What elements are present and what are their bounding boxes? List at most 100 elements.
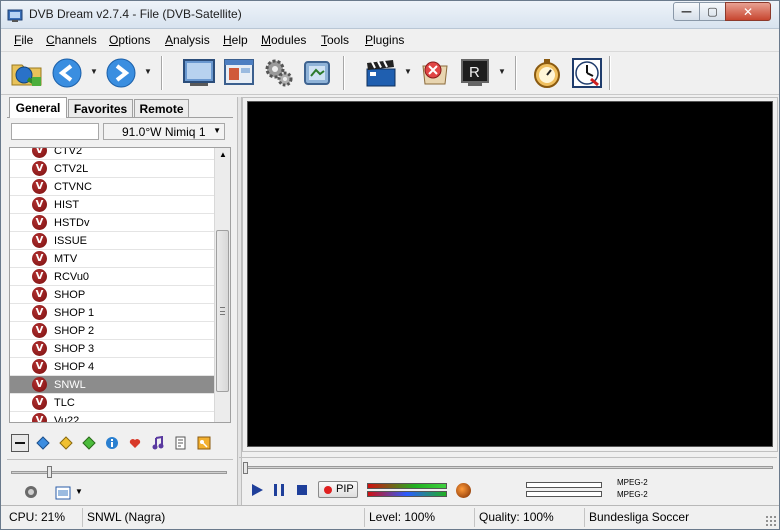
filter-blue-button[interactable] (34, 434, 52, 452)
channel-row[interactable]: V ISSUE (10, 232, 214, 250)
close-button[interactable]: ✕ (725, 2, 771, 21)
video-channel-icon: V (32, 148, 47, 158)
clapper-dropdown-icon[interactable]: ▼ (404, 67, 412, 76)
channel-row[interactable]: V SHOP 2 (10, 322, 214, 340)
filter-green-button[interactable] (80, 434, 98, 452)
window-button[interactable] (221, 55, 257, 91)
menu-options[interactable]: Options (109, 33, 150, 47)
minimize-button[interactable]: — (673, 2, 700, 21)
back-button[interactable] (49, 55, 85, 91)
channel-row[interactable]: V SHOP 1 (10, 304, 214, 322)
channel-list[interactable]: V CTV2 V CTV2L V CTVNC V HIST V HSTDv V ISSUE V MTV V R… (9, 147, 231, 423)
chevron-down-icon: ▼ (213, 126, 221, 135)
channel-row[interactable]: V SHOP 4 (10, 358, 214, 376)
menu-plugins[interactable]: Plugins (365, 33, 404, 47)
channel-row[interactable]: V HIST (10, 196, 214, 214)
menu-bar: File Channels Options Analysis Help Modu… (1, 29, 779, 51)
tab-remote[interactable]: Remote (134, 99, 189, 117)
aspect-dropdown-icon[interactable]: ▼ (75, 487, 83, 496)
channel-row[interactable]: V SNWL (10, 376, 214, 394)
channel-list-scrollbar[interactable]: ▲ (214, 148, 230, 422)
seek-slider-knob[interactable] (243, 462, 248, 474)
channel-row[interactable]: V SHOP 3 (10, 340, 214, 358)
blue-diamond-icon (36, 436, 50, 450)
channel-row[interactable]: V SHOP (10, 286, 214, 304)
stopwatch-button[interactable] (529, 55, 565, 91)
menu-tools[interactable]: Tools (321, 33, 349, 47)
pause-icon[interactable] (271, 482, 287, 498)
app-window: DVB Dream v2.7.4 - File (DVB-Satellite) … (0, 0, 780, 530)
close-icon: ✕ (742, 4, 754, 19)
video-bitrate-bar (526, 482, 602, 488)
filter-info-button[interactable] (103, 434, 121, 452)
channel-label: RCVu0 (54, 271, 90, 283)
settings-button[interactable] (261, 55, 297, 91)
display-button[interactable] (181, 55, 217, 91)
channel-search-input[interactable] (11, 123, 99, 140)
scroll-up-icon[interactable]: ▲ (215, 150, 230, 164)
epg-button[interactable] (299, 55, 335, 91)
speaker-icon[interactable] (23, 484, 39, 500)
display-icon (183, 59, 215, 86)
channel-status: SNWL (Nagra) (83, 508, 365, 527)
record-icon[interactable] (456, 483, 471, 498)
menu-analysis[interactable]: Analysis (165, 33, 210, 47)
level-status: Level: 100% (365, 508, 475, 527)
channel-row[interactable]: V CTV2L (10, 160, 214, 178)
scheduler-button[interactable] (569, 55, 605, 91)
scan-folder-button[interactable] (9, 55, 45, 91)
stop-record-button[interactable] (417, 55, 453, 91)
menu-modules[interactable]: Modules (261, 33, 306, 47)
volume-slider-knob[interactable] (47, 466, 52, 478)
filter-radio-button[interactable] (149, 434, 167, 452)
filter-yellow-button[interactable] (57, 434, 75, 452)
resize-grip-icon[interactable] (765, 515, 777, 527)
tab-general[interactable]: General (9, 97, 67, 118)
r-monitor-dropdown-icon[interactable]: ▼ (498, 67, 506, 76)
menu-channels[interactable]: Channels (46, 33, 97, 47)
toolbar: ▼ ▼ ▼ R ▼ (1, 51, 779, 95)
channel-row[interactable]: V CTVNC (10, 178, 214, 196)
menu-file[interactable]: File (14, 33, 33, 47)
filter-favorites-button[interactable] (126, 434, 144, 452)
toolbar-separator (161, 56, 163, 90)
scan-folder-icon (11, 64, 42, 86)
video-display[interactable] (247, 101, 773, 447)
r-monitor-button[interactable]: R (457, 55, 493, 91)
quality-status: Quality: 100% (475, 508, 585, 527)
maximize-button[interactable]: ▢ (699, 2, 726, 21)
seek-slider[interactable] (243, 466, 773, 469)
scroll-thumb[interactable] (216, 230, 229, 392)
video-channel-icon: V (32, 359, 47, 374)
clapper-button[interactable] (363, 55, 399, 91)
filter-key-button[interactable] (195, 434, 213, 452)
play-icon[interactable] (249, 482, 265, 498)
tab-favorites[interactable]: Favorites (68, 99, 133, 117)
forward-dropdown-icon[interactable]: ▼ (144, 67, 152, 76)
stop-icon[interactable] (294, 482, 310, 498)
channel-row[interactable]: V RCVu0 (10, 268, 214, 286)
pip-button[interactable]: PIP (318, 481, 358, 498)
satellite-select[interactable]: 91.0°W Nimiq 1 ▼ (103, 123, 225, 140)
playback-controls: PIP MPEG-2 MPEG-2 (239, 457, 777, 505)
menu-help[interactable]: Help (223, 33, 248, 47)
channel-row[interactable]: V CTV2 (10, 148, 214, 160)
channel-row[interactable]: V Vu22 (10, 412, 214, 422)
minus-icon (15, 442, 25, 444)
satellite-select-value: 91.0°W Nimiq 1 (122, 125, 206, 139)
back-dropdown-icon[interactable]: ▼ (90, 67, 98, 76)
volume-slider[interactable] (11, 471, 227, 474)
video-channel-icon: V (32, 161, 47, 176)
filter-edit-button[interactable] (172, 434, 190, 452)
filter-row: 91.0°W Nimiq 1 ▼ (7, 117, 233, 143)
video-channel-icon: V (32, 377, 47, 392)
forward-button[interactable] (103, 55, 139, 91)
green-diamond-icon (82, 436, 96, 450)
filter-all-button[interactable] (11, 434, 29, 452)
channel-row[interactable]: V MTV (10, 250, 214, 268)
signal-level-bar (367, 483, 447, 489)
channel-row[interactable]: V TLC (10, 394, 214, 412)
channel-row[interactable]: V HSTDv (10, 214, 214, 232)
aspect-ratio-icon[interactable] (55, 486, 71, 500)
music-note-icon (152, 436, 164, 450)
